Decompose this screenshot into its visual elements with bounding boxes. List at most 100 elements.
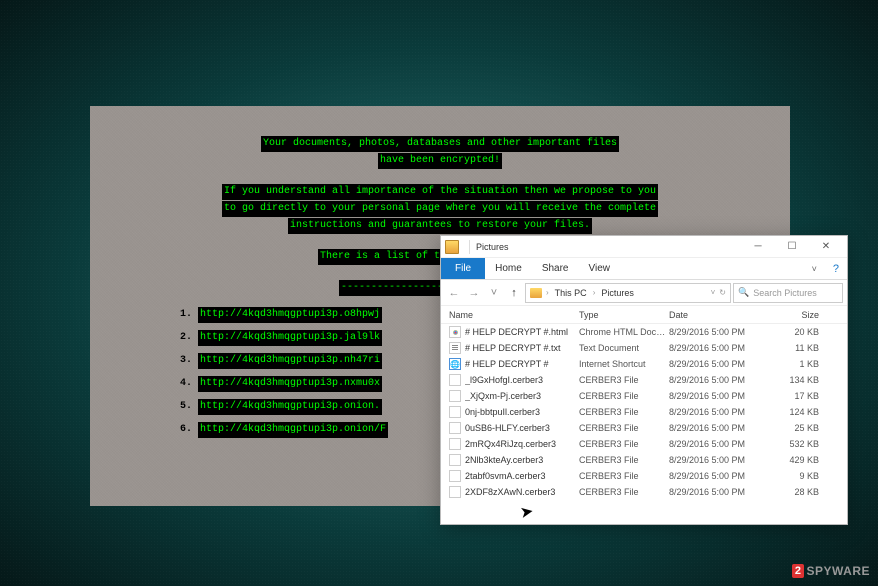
link-url: http://4kqd3hmqgptupi3p.o8hpwj [198,307,382,323]
link-number: 1. [180,309,192,320]
file-row[interactable]: 0uSB6-HLFY.cerber3 CERBER3 File 8/29/201… [441,420,847,436]
ribbon: File Home Share View ˅ ? [441,258,847,280]
ransom-line: If you understand all importance of the … [222,184,658,200]
file-row[interactable]: 2mRQx4RiJzq.cerber3 CERBER3 File 8/29/20… [441,436,847,452]
forward-button[interactable]: → [465,284,483,302]
file-type: CERBER3 File [579,375,669,385]
file-row[interactable]: _XjQxm-Pj.cerber3 CERBER3 File 8/29/2016… [441,388,847,404]
column-type[interactable]: Type [579,310,669,320]
help-icon[interactable]: ? [825,258,847,279]
file-type: Internet Shortcut [579,359,669,369]
window-controls: ─ ☐ ✕ [741,237,843,257]
file-type: CERBER3 File [579,455,669,465]
file-type: CERBER3 File [579,487,669,497]
file-type: Chrome HTML Docu… [579,327,669,337]
link-url: http://4kqd3hmqgptupi3p.onion. [198,399,382,415]
file-size: 134 KB [769,375,839,385]
link-number: 6. [180,424,192,435]
file-row[interactable]: # HELP DECRYPT # Internet Shortcut 8/29/… [441,356,847,372]
file-size: 28 KB [769,487,839,497]
folder-icon [445,240,459,254]
maximize-button[interactable]: ☐ [775,237,809,257]
file-name: 0nj-bbtpuIl.cerber3 [465,407,579,417]
folder-icon [530,288,542,298]
watermark: 2 SPYWARE [792,564,870,578]
file-date: 8/29/2016 5:00 PM [669,455,769,465]
file-date: 8/29/2016 5:00 PM [669,407,769,417]
watermark-text: SPYWARE [806,564,870,578]
file-row[interactable]: 2XDF8zXAwN.cerber3 CERBER3 File 8/29/201… [441,484,847,500]
refresh-icon[interactable]: ↻ [719,288,726,297]
file-size: 9 KB [769,471,839,481]
ransom-line: Your documents, photos, databases and ot… [261,136,619,152]
chevron-right-icon: › [593,288,596,297]
file-icon [449,326,461,338]
breadcrumb-folder[interactable]: Pictures [599,288,636,298]
file-row[interactable]: # HELP DECRYPT #.txt Text Document 8/29/… [441,340,847,356]
column-date[interactable]: Date [669,310,769,320]
file-date: 8/29/2016 5:00 PM [669,439,769,449]
close-button[interactable]: ✕ [809,237,843,257]
file-icon [449,358,461,370]
column-name[interactable]: Name [449,310,579,320]
breadcrumb-root[interactable]: This PC [553,288,589,298]
file-size: 1 KB [769,359,839,369]
file-row[interactable]: 0nj-bbtpuIl.cerber3 CERBER3 File 8/29/20… [441,404,847,420]
file-icon [449,342,461,354]
recent-dropdown-icon[interactable]: ˅ [485,284,503,302]
file-date: 8/29/2016 5:00 PM [669,471,769,481]
file-name: # HELP DECRYPT #.html [465,327,579,337]
back-button[interactable]: ← [445,284,463,302]
file-date: 8/29/2016 5:00 PM [669,343,769,353]
file-size: 429 KB [769,455,839,465]
chevron-down-icon[interactable]: ˅ [711,288,716,297]
ribbon-expand-icon[interactable]: ˅ [804,258,825,279]
file-date: 8/29/2016 5:00 PM [669,375,769,385]
file-list: # HELP DECRYPT #.html Chrome HTML Docu… … [441,324,847,500]
column-headers: Name Type Date Size [441,306,847,324]
link-number: 5. [180,401,192,412]
ransom-line: instructions and guarantees to restore y… [288,218,592,234]
ribbon-view-tab[interactable]: View [579,258,621,279]
ribbon-home-tab[interactable]: Home [485,258,532,279]
titlebar[interactable]: Pictures ─ ☐ ✕ [441,236,847,258]
up-button[interactable]: ↑ [505,284,523,302]
file-date: 8/29/2016 5:00 PM [669,359,769,369]
ransom-line: to go directly to your personal page whe… [222,201,658,217]
file-name: # HELP DECRYPT # [465,359,579,369]
file-name: # HELP DECRYPT #.txt [465,343,579,353]
file-name: 2Nlb3kteAy.cerber3 [465,455,579,465]
ribbon-share-tab[interactable]: Share [532,258,579,279]
file-type: CERBER3 File [579,423,669,433]
file-size: 17 KB [769,391,839,401]
link-number: 2. [180,332,192,343]
column-size[interactable]: Size [769,310,839,320]
file-type: CERBER3 File [579,407,669,417]
window-title: Pictures [476,242,509,252]
file-size: 11 KB [769,343,839,353]
chevron-right-icon: › [546,288,549,297]
file-row[interactable]: 2Nlb3kteAy.cerber3 CERBER3 File 8/29/201… [441,452,847,468]
separator [469,240,470,254]
file-date: 8/29/2016 5:00 PM [669,327,769,337]
search-icon: 🔍 [738,287,749,298]
ribbon-file-tab[interactable]: File [441,258,485,279]
file-icon [449,422,461,434]
link-url: http://4kqd3hmqgptupi3p.jal9lk [198,330,382,346]
file-size: 124 KB [769,407,839,417]
file-icon [449,374,461,386]
file-icon [449,470,461,482]
address-field[interactable]: › This PC › Pictures ˅ ↻ [525,283,731,303]
file-explorer-window[interactable]: Pictures ─ ☐ ✕ File Home Share View ˅ ? … [440,235,848,525]
file-row[interactable]: # HELP DECRYPT #.html Chrome HTML Docu… … [441,324,847,340]
file-icon [449,390,461,402]
file-row[interactable]: 2tabf0svmA.cerber3 CERBER3 File 8/29/201… [441,468,847,484]
link-url: http://4kqd3hmqgptupi3p.nh47ri [198,353,382,369]
search-input[interactable]: 🔍 Search Pictures [733,283,843,303]
file-name: _l9GxHofgI.cerber3 [465,375,579,385]
file-row[interactable]: _l9GxHofgI.cerber3 CERBER3 File 8/29/201… [441,372,847,388]
file-size: 20 KB [769,327,839,337]
file-name: 2mRQx4RiJzq.cerber3 [465,439,579,449]
minimize-button[interactable]: ─ [741,237,775,257]
file-date: 8/29/2016 5:00 PM [669,487,769,497]
